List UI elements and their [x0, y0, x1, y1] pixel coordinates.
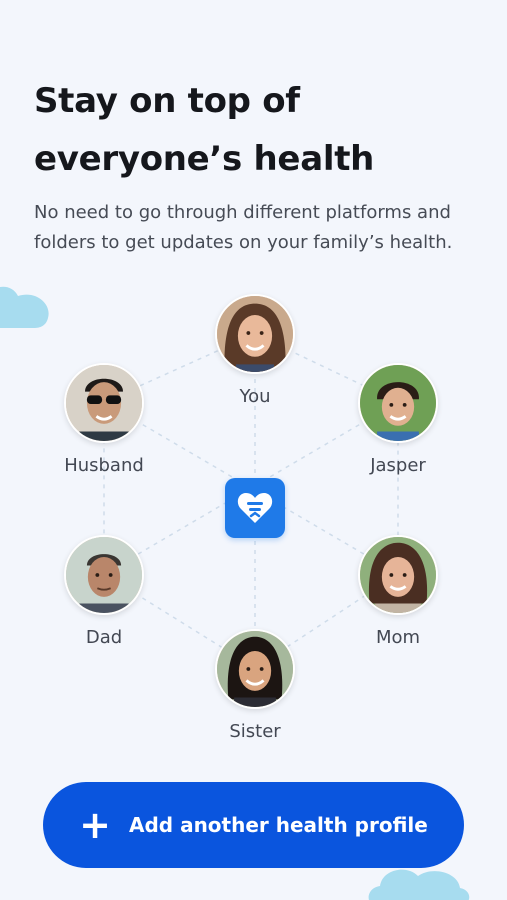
- member-jasper[interactable]: Jasper: [318, 363, 478, 476]
- member-name: Husband: [64, 455, 144, 476]
- member-name: Sister: [229, 721, 281, 742]
- member-name: Mom: [375, 627, 421, 648]
- avatar: [64, 363, 144, 443]
- avatar: [215, 294, 295, 374]
- avatar: [358, 363, 438, 443]
- onboarding-screen: Stay on top of everyone’s health No need…: [0, 0, 507, 900]
- member-mom[interactable]: Mom: [318, 535, 478, 648]
- member-name: Jasper: [370, 455, 426, 476]
- member-sister[interactable]: Sister: [175, 629, 335, 742]
- add-health-profile-button[interactable]: + Add another health profile: [43, 782, 464, 868]
- avatar: [215, 629, 295, 709]
- add-health-profile-label: Add another health profile: [129, 813, 428, 837]
- member-you[interactable]: You: [175, 294, 335, 407]
- avatar: [64, 535, 144, 615]
- family-hub: [225, 478, 285, 538]
- member-husband[interactable]: Husband: [24, 363, 184, 476]
- plus-icon: +: [79, 803, 111, 847]
- member-dad[interactable]: Dad: [24, 535, 184, 648]
- avatar: [358, 535, 438, 615]
- member-name: Dad: [85, 627, 123, 648]
- heart-chat-icon: [237, 493, 273, 523]
- member-name: You: [239, 386, 271, 407]
